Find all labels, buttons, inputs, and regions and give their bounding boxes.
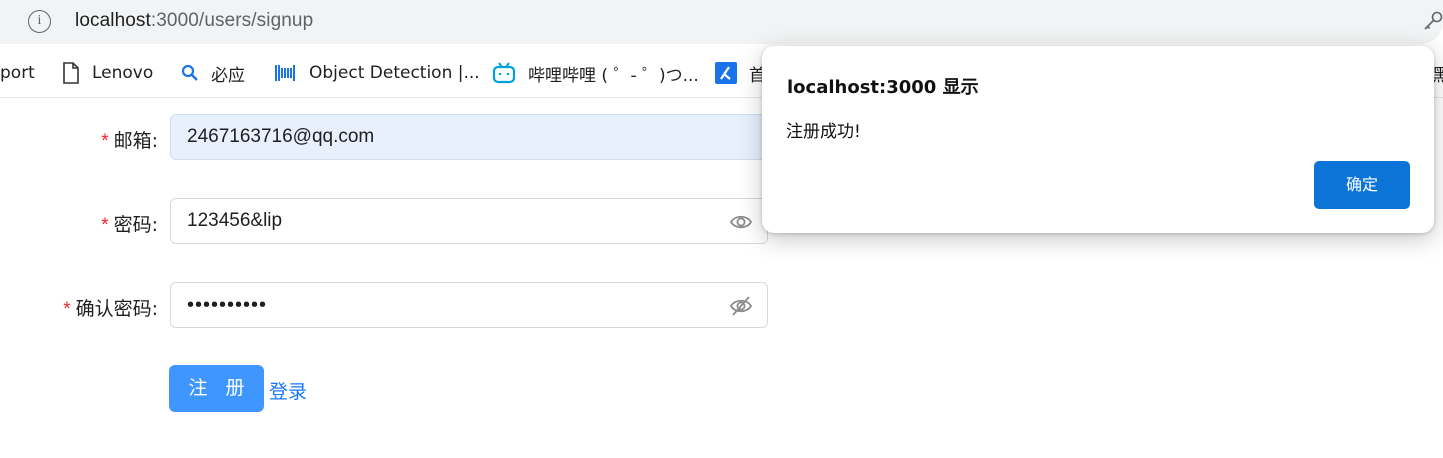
email-form-item: * 邮箱: 2467163716@qq.com <box>0 114 770 160</box>
bookmark-item[interactable]: Lenovo <box>62 60 153 86</box>
bookmark-item[interactable]: port <box>0 60 35 86</box>
address-bar[interactable]: i localhost:3000/users/signup <box>0 0 1443 44</box>
search-icon <box>181 64 198 81</box>
url-text[interactable]: localhost:3000/users/signup <box>75 10 313 32</box>
required-mark: * <box>101 131 109 152</box>
required-mark: * <box>63 299 71 320</box>
password-form-item: * 密码: 123456&lip <box>0 198 770 244</box>
bookmark-item[interactable]: 必应 <box>181 60 245 86</box>
browser-toolbar: i localhost:3000/users/signup <box>0 0 1443 46</box>
email-field[interactable]: 2467163716@qq.com <box>170 114 768 160</box>
signup-button[interactable]: 注 册 <box>169 365 264 412</box>
password-field[interactable]: 123456&lip <box>170 198 768 244</box>
barcode-icon <box>275 65 295 81</box>
confirm-password-field[interactable]: •••••••••• <box>170 282 768 328</box>
site-info-icon[interactable]: i <box>28 10 51 33</box>
alert-dialog: localhost:3000 显示 注册成功! 确定 <box>762 46 1434 233</box>
document-icon <box>63 62 79 84</box>
eye-icon[interactable] <box>729 211 753 233</box>
required-mark: * <box>101 215 109 236</box>
ok-button[interactable]: 确定 <box>1314 161 1410 209</box>
login-link[interactable]: 登录 <box>269 377 307 404</box>
password-label: * 密码: <box>101 214 158 236</box>
key-icon[interactable] <box>1422 10 1443 32</box>
dialog-title: localhost:3000 显示 <box>787 77 979 98</box>
bilibili-icon <box>492 62 516 84</box>
bookmark-item[interactable]: 哔哩哔哩 ( ゜- ゜)つ... <box>492 60 699 86</box>
bookmark-item[interactable]: Object Detection |... <box>275 60 480 86</box>
confirm-password-label: * 确认密码: <box>63 298 158 320</box>
eye-invisible-icon[interactable] <box>729 295 753 317</box>
bookmark-item[interactable]: 首 <box>715 60 766 86</box>
dialog-message: 注册成功! <box>786 122 861 142</box>
email-label: * 邮箱: <box>101 130 158 152</box>
confirm-password-form-item: * 确认密码: •••••••••• <box>0 282 770 328</box>
bookmark-app-icon <box>715 62 737 84</box>
